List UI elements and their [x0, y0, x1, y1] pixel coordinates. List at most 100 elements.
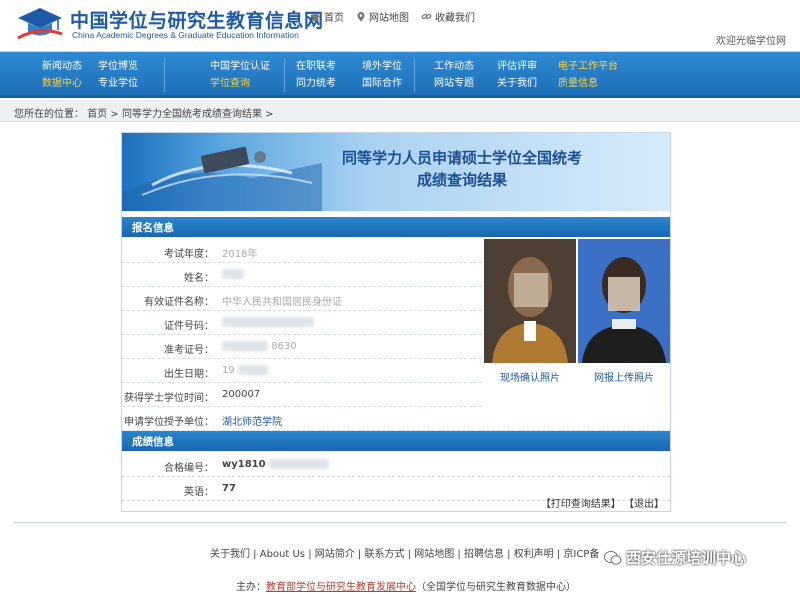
footer-link-about[interactable]: 关于我们 [210, 549, 250, 560]
breadcrumb-current[interactable]: 同等学力全国统考成绩查询结果 [122, 109, 262, 120]
nav-col-8: 电子工作平台 质量信息 [558, 58, 618, 92]
breadcrumb-sep: > [110, 109, 119, 120]
person-photo-icon [578, 239, 670, 363]
field-value: 200007 [222, 389, 261, 400]
field-row: 证件号码： [122, 311, 482, 335]
field-value-redacted [222, 317, 314, 328]
result-panel: 同等学力人员申请硕士学位全国统考 成绩查询结果 报名信息 考试年度： 2018年… [121, 132, 671, 512]
nav-item-degree-query[interactable]: 学位查询 [210, 75, 270, 92]
link-icon [421, 13, 432, 20]
nav-item-news[interactable]: 新闻动态 [42, 58, 82, 75]
nav-divider [284, 58, 285, 92]
field-value-visible: 19 [222, 365, 235, 376]
field-value: 8630 [222, 341, 297, 352]
welcome-text: 欢迎光临学位网 [716, 36, 786, 47]
signup-section-header: 报名信息 [122, 217, 670, 237]
field-label: 证件号码： [164, 321, 214, 332]
nav-col-3: 中国学位认证 学位查询 [210, 58, 270, 92]
field-label: 出生日期： [164, 369, 214, 380]
field-value: 湖北师范学院 [222, 417, 282, 428]
field-row: 考试年度： 2018年 [122, 239, 482, 263]
onsite-photo [484, 239, 576, 363]
sitemap-link-label: 网站地图 [369, 13, 409, 24]
top-links: 首页 网站地图 收藏我们 [310, 9, 475, 24]
main-nav: 新闻动态 数据中心 学位博览 专业学位 中国学位认证 学位查询 在职联考 同力统… [0, 52, 800, 98]
nav-item-special-topics[interactable]: 网站专题 [434, 75, 474, 92]
footer-host-prefix: 主办： [236, 582, 266, 593]
onsite-photo-caption[interactable]: 现场确认照片 [484, 369, 576, 384]
result-title: 同等学力人员申请硕士学位全国统考 成绩查询结果 [322, 147, 602, 191]
mortarboard-logo-icon[interactable] [14, 4, 66, 42]
field-value: 2018年 [222, 249, 258, 260]
nav-item-about[interactable]: 关于我们 [497, 75, 537, 92]
watermark: 西安仕源培训中心 [604, 547, 746, 568]
field-row: 出生日期： 19 [122, 359, 482, 383]
nav-divider [414, 58, 415, 92]
nav-col-1: 新闻动态 数据中心 [42, 58, 82, 92]
footer-host-link[interactable]: 教育部学位与研究生教育发展中心 [266, 582, 416, 593]
footer-host: 主办：教育部学位与研究生教育发展中心（全国学位与研究生教育数据中心） [236, 578, 576, 593]
field-label: 有效证件名称： [144, 297, 214, 308]
footer-link-sitemap[interactable]: 网站地图 [414, 549, 454, 560]
wechat-icon [604, 550, 622, 565]
result-banner: 同等学力人员申请硕士学位全国统考 成绩查询结果 [122, 133, 670, 211]
field-value-visible: 8630 [271, 341, 297, 352]
field-row: 准考证号： 8630 [122, 335, 482, 359]
nav-item-quality-info[interactable]: 质量信息 [558, 75, 618, 92]
nav-col-7: 评估评审 关于我们 [497, 58, 537, 92]
footer-links: 关于我们 | About Us | 网站简介 | 联系方式 | 网站地图 | 招… [210, 549, 600, 560]
field-label: 准考证号： [164, 345, 214, 356]
field-value: 77 [222, 483, 236, 494]
breadcrumb: 您所在的位置： 首页 > 同等学力全国统考成绩查询结果 > [0, 100, 800, 122]
footer-icp: 京ICP备 [563, 549, 600, 560]
nav-item-professional-degree[interactable]: 专业学位 [98, 75, 138, 92]
print-result-button[interactable]: 【打印查询结果】 [541, 499, 621, 510]
bookmark-link[interactable]: 收藏我们 [421, 9, 475, 24]
nav-col-6: 工作动态 网站专题 [434, 58, 474, 92]
footer-link-about-en[interactable]: About Us [260, 549, 305, 560]
footer-host-suffix: （全国学位与研究生教育数据中心） [416, 582, 576, 593]
footer-link-intro[interactable]: 网站简介 [315, 549, 355, 560]
nav-col-4: 在职联考 同力统考 [296, 58, 336, 92]
banner-decoration-icon [122, 146, 322, 211]
person-photo-icon [484, 239, 576, 363]
nav-col-2: 学位博览 专业学位 [98, 58, 138, 92]
nav-item-data-center[interactable]: 数据中心 [42, 75, 82, 92]
home-icon [311, 12, 320, 21]
bookmark-link-label: 收藏我们 [435, 13, 475, 24]
watermark-text: 西安仕源培训中心 [626, 549, 747, 567]
nav-col-5: 境外学位 国际合作 [362, 58, 402, 92]
footer-link-contact[interactable]: 联系方式 [364, 549, 404, 560]
field-value: 19 [222, 365, 268, 376]
field-row: 有效证件名称： 中华人民共和国居民身份证 [122, 287, 482, 311]
footer-link-rights[interactable]: 权利声明 [514, 549, 554, 560]
nav-item-overseas-degree[interactable]: 境外学位 [362, 58, 402, 75]
nav-item-evaluation[interactable]: 评估评审 [497, 58, 537, 75]
nav-divider [164, 58, 165, 92]
footer-link-jobs[interactable]: 招聘信息 [464, 549, 504, 560]
nav-item-degree-expo[interactable]: 学位博览 [98, 58, 138, 75]
uploaded-photo [578, 239, 670, 363]
exit-button[interactable]: 【退出】 [624, 499, 664, 510]
nav-item-e-platform[interactable]: 电子工作平台 [558, 58, 618, 75]
score-section-header: 成绩信息 [122, 431, 670, 451]
nav-item-in-service-exam[interactable]: 在职联考 [296, 58, 336, 75]
home-link-label: 首页 [324, 13, 344, 24]
field-label: 英语： [184, 487, 214, 498]
field-row: 获得学士学位时间： 200007 [122, 383, 482, 407]
site-name[interactable]: 中国学位与研究生教育信息网 [70, 6, 324, 33]
field-value-redacted [222, 269, 244, 280]
field-label: 申请学位授予单位： [124, 417, 214, 428]
field-row: 合格编号： wy1810 [122, 453, 670, 477]
nav-item-equivalent-exam[interactable]: 同力统考 [296, 75, 336, 92]
sitemap-link[interactable]: 网站地图 [356, 9, 409, 24]
uploaded-photo-caption[interactable]: 网报上传照片 [578, 369, 670, 384]
breadcrumb-home[interactable]: 首页 [87, 109, 107, 120]
result-actions: 【打印查询结果】 【退出】 [541, 495, 664, 510]
nav-item-work-news[interactable]: 工作动态 [434, 58, 474, 75]
home-link[interactable]: 首页 [310, 9, 344, 24]
field-value: wy1810 [222, 459, 330, 470]
nav-item-degree-certification[interactable]: 中国学位认证 [210, 58, 270, 75]
nav-item-international[interactable]: 国际合作 [362, 75, 402, 92]
result-title-line2: 成绩查询结果 [416, 171, 507, 189]
